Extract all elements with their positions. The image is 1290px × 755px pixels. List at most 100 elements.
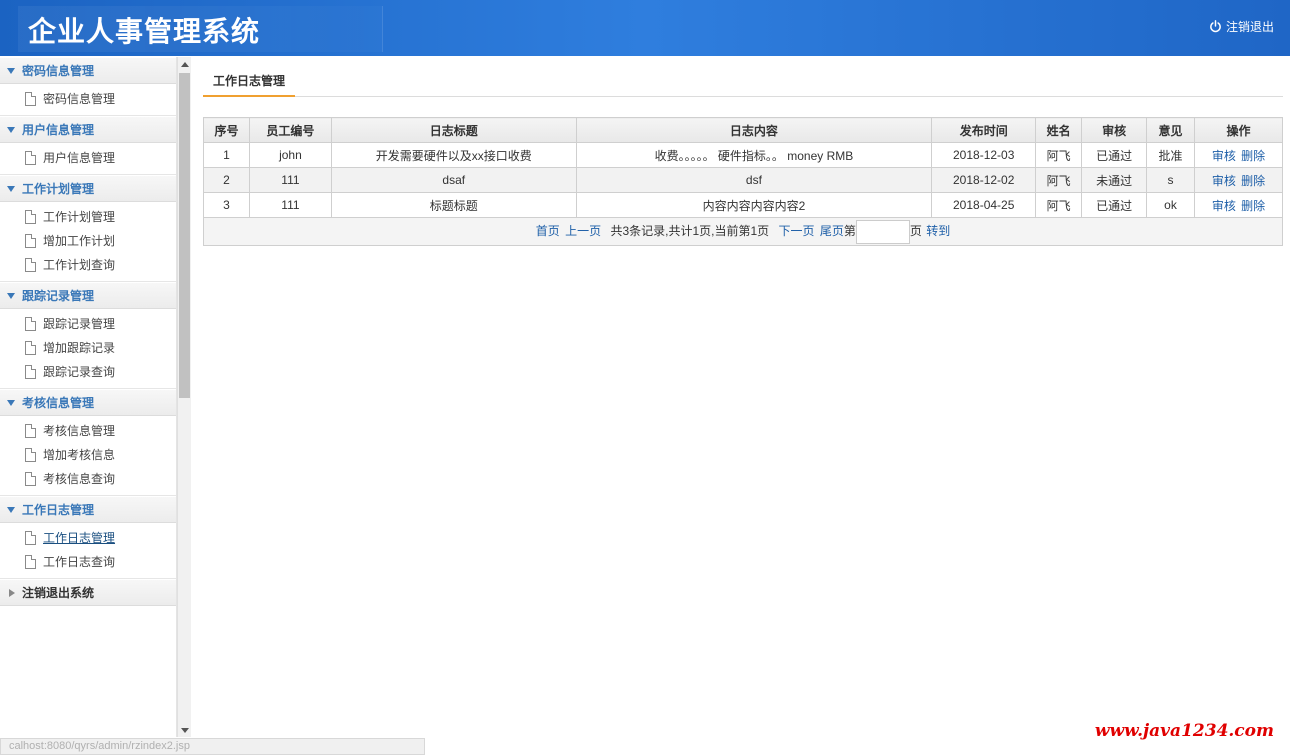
sidebar-scrollbar[interactable] [177,57,191,737]
status-bar-url: calhost:8080/qyrs/admin/rzindex2.jsp [0,738,425,755]
scrollbar-thumb[interactable] [179,73,190,398]
sidebar-item-label: 工作日志查询 [43,555,116,569]
main-content: 工作日志管理 序号 员工编号 日志标题 日志内容 发布时间 姓名 审核 意见 操… [203,57,1283,246]
cell-log-content: 收费。。。。。 硬件指标。。 money RMB [575,142,933,168]
review-link[interactable]: 审核 [1212,199,1236,213]
sidebar-group-items: 工作计划管理 增加工作计划 工作计划查询 [0,202,176,282]
logout-label: 注销退出 [1225,20,1274,34]
sidebar-item[interactable]: 增加跟踪记录 [0,336,176,360]
cell-employee-id: john [248,142,332,168]
delete-link[interactable]: 删除 [1241,149,1265,163]
header-bar: 企业人事管理系统 注销退出 [0,0,1290,56]
sidebar-item[interactable]: 工作计划管理 [0,205,176,229]
cell-opinion: ok [1146,192,1195,218]
sidebar-group-header[interactable]: 工作计划管理 [0,175,176,202]
table-row: 2 111 dsaf dsf 2018-12-02 阿飞 未通过 s 审核 删除 [203,167,1283,193]
sidebar-item-label: 增加考核信息 [43,448,116,462]
watermark: www.java1234.com [1094,721,1274,741]
prev-page-link[interactable]: 上一页 [565,224,601,238]
sidebar-group-items: 跟踪记录管理增加跟踪记录 跟踪记录查询 [0,309,176,389]
sidebar-group-header[interactable]: 跟踪记录管理 [0,282,176,309]
sidebar-item[interactable]: 工作日志查询 [0,550,176,574]
sidebar-group-label: 工作计划管理 [22,182,95,196]
sidebar-group-header[interactable]: 用户信息管理 [0,116,176,143]
col-header-review: 审核 [1081,117,1148,143]
app-title: 企业人事管理系统 [28,15,261,48]
sidebar-item[interactable]: 增加工作计划 [0,229,176,253]
sidebar-group-items: 考核信息管理增加考核信息 考核信息查询 [0,416,176,496]
col-header-publish-time: 发布时间 [931,117,1037,143]
logout-button[interactable]: 注销退出 [1209,18,1274,35]
expand-triangle-icon [7,399,15,406]
cell-index: 3 [203,192,250,218]
first-page-link[interactable]: 首页 [536,224,560,238]
scroll-down-arrow-icon[interactable] [181,728,189,733]
document-icon [25,365,36,379]
sidebar-item[interactable]: 密码信息管理 [0,87,176,111]
delete-link[interactable]: 删除 [1241,199,1265,213]
cell-index: 1 [203,142,250,168]
sidebar-item[interactable]: 工作计划查询 [0,253,176,277]
sidebar-item[interactable]: 工作日志管理 [0,526,176,550]
document-icon [25,317,36,331]
sidebar-group-label: 用户信息管理 [22,123,95,137]
sidebar-group-label: 跟踪记录管理 [22,289,95,303]
tab-work-log-management[interactable]: 工作日志管理 [203,69,296,97]
table-row: 1 john 开发需要硬件以及xx接口收费 收费。。。。。 硬件指标。。 money … [203,142,1283,168]
sidebar-group-header[interactable]: 考核信息管理 [0,389,176,416]
sidebar-item-label: 考核信息查询 [43,472,116,486]
sidebar-item-label: 跟踪记录查询 [43,365,116,379]
document-icon [25,258,36,272]
scroll-up-arrow-icon[interactable] [181,62,189,67]
cell-log-content: 内容内容内容内容2 [575,192,933,218]
document-icon [25,424,36,438]
cell-review-status: 未通过 [1081,167,1148,193]
sidebar-group-items: 工作日志管理 工作日志查询 [0,523,176,579]
cell-publish-time: 2018-12-03 [931,142,1037,168]
col-header-index: 序号 [203,117,250,143]
document-icon [25,448,36,462]
tab-bar: 工作日志管理 [203,57,1283,97]
review-link[interactable]: 审核 [1212,174,1236,188]
expand-triangle-icon [7,292,15,299]
cell-name: 阿飞 [1035,167,1083,193]
page-prefix: 第 [843,223,856,238]
sidebar-item-label: 工作日志管理 [43,531,116,545]
expand-triangle-icon [7,67,15,74]
document-icon [25,151,36,165]
table-header-row: 序号 员工编号 日志标题 日志内容 发布时间 姓名 审核 意见 操作 [203,117,1283,143]
sidebar-item[interactable]: 跟踪记录管理 [0,312,176,336]
delete-link[interactable]: 删除 [1241,174,1265,188]
next-page-link[interactable]: 下一页 [779,224,815,238]
review-link[interactable]: 审核 [1212,149,1236,163]
document-icon [25,531,36,545]
sidebar-item[interactable]: 用户信息管理 [0,146,176,170]
cell-review-status: 已通过 [1081,192,1148,218]
go-to-page-link[interactable]: 转到 [926,224,950,238]
col-header-log-content: 日志内容 [575,117,933,143]
cell-log-title: dsaf [330,167,577,193]
sidebar-item[interactable]: 考核信息查询 [0,467,176,491]
page-number-input[interactable] [855,219,910,244]
col-header-employee-id: 员工编号 [248,117,332,143]
pager: 首页 上一页 共3条记录,共计1页,当前第1页 下一页 尾页第 页 转到 [203,217,1283,246]
col-header-actions: 操作 [1194,117,1283,143]
sidebar: 密码信息管理 密码信息管理 用户信息管理 用户信息管理 工作计划管理 工作计划管理 增加工作… [0,57,177,737]
sidebar-item[interactable]: 跟踪记录查询 [0,360,176,384]
pager-row: 首页 上一页 共3条记录,共计1页,当前第1页 下一页 尾页第 页 转到 [203,217,1283,246]
sidebar-item-label: 增加跟踪记录 [43,341,116,355]
cell-opinion: 批准 [1146,142,1195,168]
sidebar-item[interactable]: 增加考核信息 [0,443,176,467]
sidebar-exit-system[interactable]: 注销退出系统 [0,579,176,606]
last-page-link[interactable]: 尾页 [820,224,844,238]
sidebar-group-header[interactable]: 密码信息管理 [0,57,176,84]
document-icon [25,341,36,355]
sidebar-group-header[interactable]: 工作日志管理 [0,496,176,523]
cell-log-content: dsf [575,167,933,193]
document-icon [25,210,36,224]
page-suffix: 页 [909,223,922,238]
document-icon [25,472,36,486]
cell-name: 阿飞 [1035,192,1083,218]
cell-employee-id: 111 [248,167,332,193]
sidebar-item[interactable]: 考核信息管理 [0,419,176,443]
